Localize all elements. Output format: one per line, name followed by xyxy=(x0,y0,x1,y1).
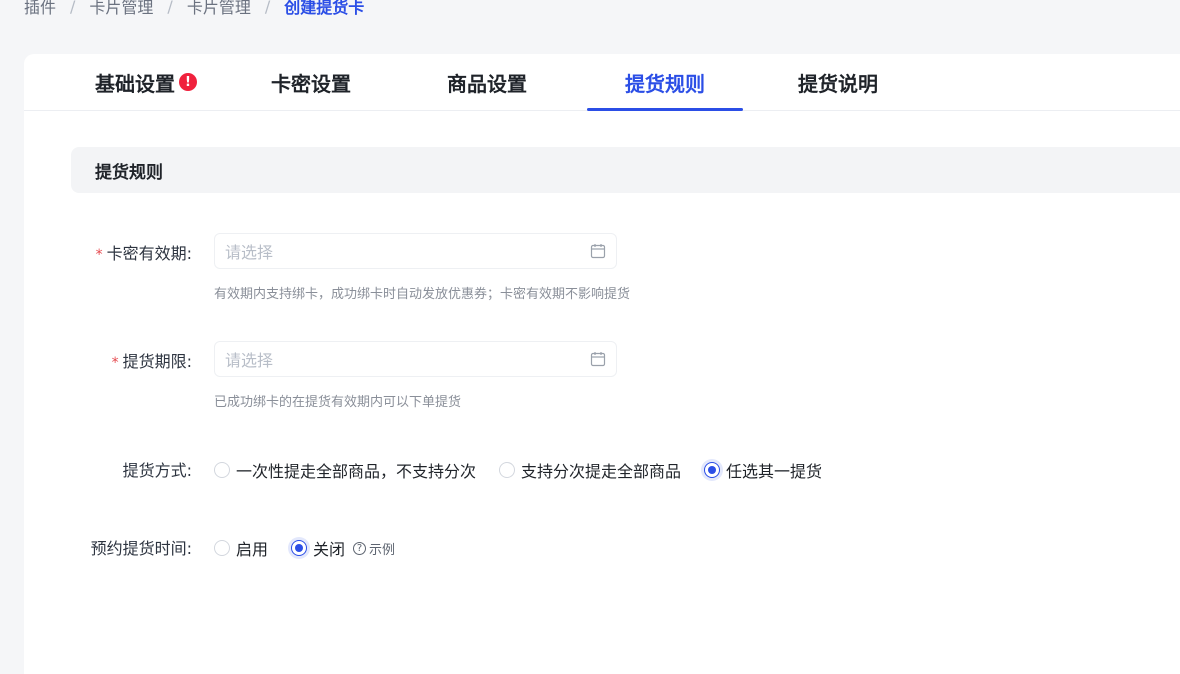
radio-reservation-enable[interactable]: 启用 xyxy=(214,536,268,560)
required-mark: * xyxy=(95,247,103,263)
radio-label: 任选其一提货 xyxy=(726,462,823,481)
reservation-time-label: 预约提货时间: xyxy=(90,539,192,558)
breadcrumb-current: 创建提货卡 xyxy=(284,0,365,17)
radio-circle xyxy=(499,462,516,478)
pickup-period-date-picker[interactable]: 请选择 xyxy=(214,341,617,377)
calendar-icon xyxy=(590,352,606,367)
tab-label: 卡密设置 xyxy=(271,71,351,96)
tab-basic-settings[interactable]: 基础设置 ! xyxy=(95,54,197,110)
example-label: 示例 xyxy=(369,542,396,558)
form-card: 基础设置 ! 卡密设置 商品设置 提货规则 提货说明 提货规则 * 卡密有效期: … xyxy=(24,54,1180,674)
card-validity-label: * 卡密有效期: xyxy=(96,240,192,264)
radio-circle xyxy=(291,540,308,556)
tab-card-settings[interactable]: 卡密设置 xyxy=(271,54,351,110)
radio-label: 关闭 xyxy=(313,540,346,559)
calendar-icon xyxy=(590,244,606,259)
alert-icon: ! xyxy=(179,73,197,91)
card-validity-date-picker[interactable]: 请选择 xyxy=(214,233,617,269)
tab-label: 商品设置 xyxy=(447,71,527,96)
breadcrumb-separator: / xyxy=(167,0,173,16)
card-validity-hint: 有效期内支持绑卡，成功绑卡时自动发放优惠券；卡密有效期不影响提货 xyxy=(214,287,631,302)
reservation-time-radio-group: 启用 关闭 ? 示例 xyxy=(214,536,395,560)
pickup-method-radio-group: 一次性提走全部商品，不支持分次 支持分次提走全部商品 任选其一提货 xyxy=(214,458,822,482)
tab-label: 提货规则 xyxy=(625,71,705,96)
breadcrumb-separator: / xyxy=(264,0,271,16)
label-text: 卡密有效期: xyxy=(106,244,192,263)
breadcrumb-separator: / xyxy=(70,0,76,16)
example-help-link[interactable]: ? 示例 xyxy=(353,539,395,558)
radio-circle xyxy=(214,540,230,556)
tab-pickup-instructions[interactable]: 提货说明 xyxy=(798,54,878,110)
breadcrumb-item-card-management[interactable]: 卡片管理 xyxy=(89,0,153,18)
breadcrumb-item-plugins[interactable]: 插件 xyxy=(24,0,56,18)
radio-reservation-disable[interactable]: 关闭 xyxy=(291,536,345,560)
question-circle-icon: ? xyxy=(353,541,367,555)
radio-circle xyxy=(704,462,721,478)
radio-label: 启用 xyxy=(236,540,269,559)
active-tab-indicator xyxy=(587,108,743,111)
radio-circle xyxy=(214,462,230,478)
breadcrumb: 插件 / 卡片管理 / 卡片管理 / 创建提货卡 xyxy=(24,0,364,18)
radio-pickup-choose-one[interactable]: 任选其一提货 xyxy=(704,458,822,482)
pickup-period-hint: 已成功绑卡的在提货有效期内可以下单提货 xyxy=(214,395,462,410)
pickup-method-label: 提货方式: xyxy=(122,461,192,480)
date-picker-placeholder: 请选择 xyxy=(225,351,274,370)
required-mark: * xyxy=(111,355,119,371)
tab-pickup-rules[interactable]: 提货规则 xyxy=(587,54,743,111)
radio-label: 支持分次提走全部商品 xyxy=(521,462,682,481)
label-text: 提货期限: xyxy=(122,352,192,371)
section-header: 提货规则 xyxy=(71,147,1180,193)
date-picker-placeholder: 请选择 xyxy=(225,243,274,262)
radio-label: 一次性提走全部商品，不支持分次 xyxy=(236,462,477,481)
tab-product-settings[interactable]: 商品设置 xyxy=(447,54,527,110)
radio-pickup-in-batches[interactable]: 支持分次提走全部商品 xyxy=(499,458,681,482)
breadcrumb-item-card-management-2[interactable]: 卡片管理 xyxy=(187,0,251,18)
radio-pickup-all-at-once[interactable]: 一次性提走全部商品，不支持分次 xyxy=(214,458,476,482)
tab-label: 提货说明 xyxy=(798,71,878,96)
pickup-period-label: * 提货期限: xyxy=(112,348,192,372)
tab-bar: 基础设置 ! 卡密设置 商品设置 提货规则 提货说明 xyxy=(24,54,1180,111)
tab-label: 基础设置 xyxy=(95,71,175,96)
